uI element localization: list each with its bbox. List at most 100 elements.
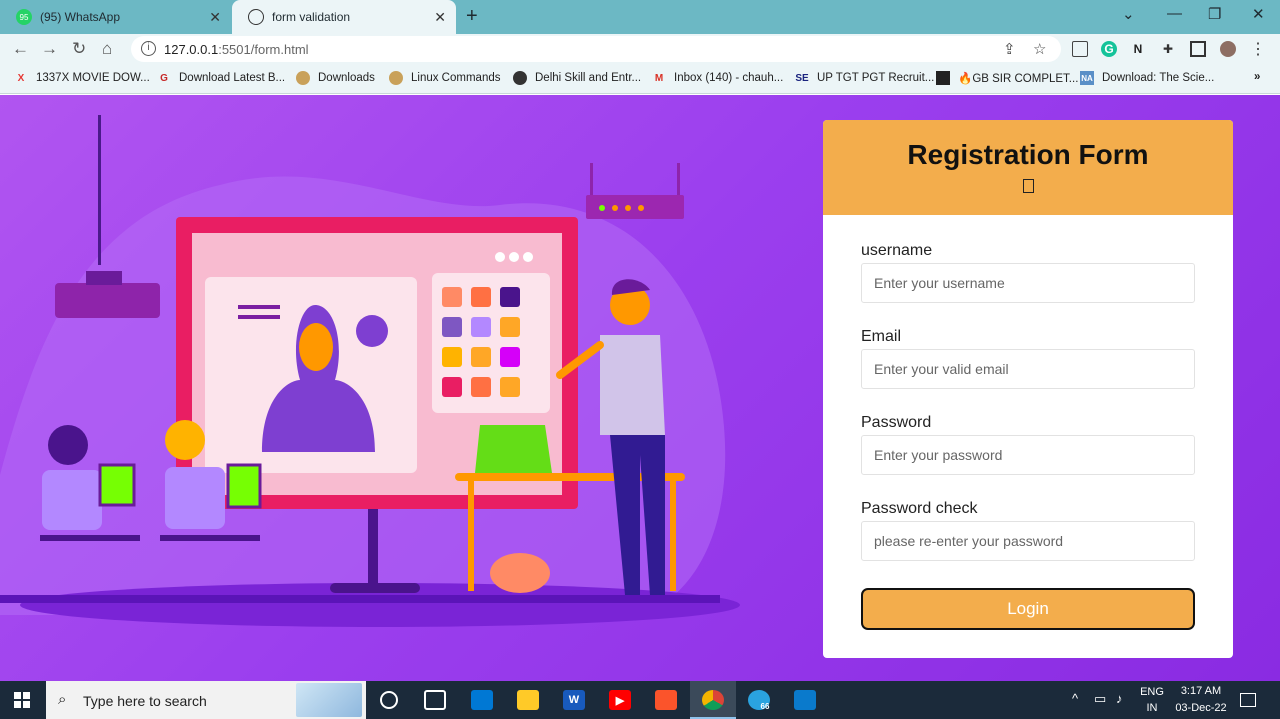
word-icon[interactable]: W (563, 690, 585, 710)
taskbar-search[interactable]: ⌕ Type here to search (46, 681, 366, 719)
registration-form: Registration Form username Email Passwor… (823, 120, 1233, 658)
bookmark-item[interactable]: X 1337X MOVIE DOW... (14, 71, 150, 85)
forward-icon[interactable]: → (41, 39, 58, 59)
tab-title: (95) WhatsApp (40, 10, 121, 24)
search-icon: ⌕ (58, 691, 67, 708)
password-input[interactable] (861, 435, 1195, 475)
tab-whatsapp[interactable]: 95 (95) WhatsApp ✕ (0, 0, 231, 34)
minimize-button[interactable]: — (1167, 5, 1182, 22)
home-icon[interactable]: ⌂ (102, 39, 112, 59)
maximize-button[interactable]: ❐ (1208, 5, 1221, 23)
reload-icon[interactable]: ↻ (72, 39, 86, 59)
bookmark-label: Linux Commands (411, 72, 501, 84)
bookmark-label: UP TGT PGT Recruit... (817, 72, 935, 84)
globe-icon (296, 71, 310, 85)
globe-icon (389, 71, 403, 85)
whatsapp-badge: 95 (19, 12, 29, 22)
bookmark-label: Inbox (140) - chauh... (674, 72, 784, 84)
notifications-icon[interactable] (1240, 693, 1256, 707)
bookmark-item[interactable]: G Download Latest B... (157, 71, 285, 85)
youtube-icon[interactable]: ▶ (609, 690, 631, 710)
cast-icon[interactable] (1072, 41, 1088, 57)
bookmark-star-icon[interactable]: ☆ (1033, 40, 1046, 58)
missing-glyph-icon (1022, 179, 1034, 193)
search-placeholder: Type here to search (83, 693, 207, 709)
telegram-badge: 66 (760, 701, 770, 711)
file-explorer-icon[interactable] (517, 690, 539, 710)
tab-strip: 95 (95) WhatsApp ✕ form validation ✕ + ⌄… (0, 0, 1280, 34)
bookmark-label: 1337X MOVIE DOW... (36, 72, 150, 84)
side-panel-icon[interactable] (1190, 41, 1206, 57)
close-window-button[interactable]: ✕ (1252, 5, 1265, 23)
profile-avatar[interactable] (1220, 41, 1236, 57)
windows-start-icon[interactable] (14, 692, 30, 708)
close-tab-icon[interactable]: ✕ (209, 9, 221, 26)
bookmark-label: Download Latest B... (179, 72, 286, 84)
search-highlight-image (296, 683, 362, 717)
x-logo-icon: X (17, 72, 25, 84)
grammarly-icon[interactable]: G (1101, 41, 1117, 57)
bookmark-item[interactable]: Linux Commands (389, 71, 500, 85)
new-tab-button[interactable]: + (466, 5, 478, 28)
bookmark-label: Downloads (318, 72, 375, 84)
bookmark-label: 🔥GB SIR COMPLET... (958, 73, 1079, 85)
browser-toolbar: ← → ↻ ⌂ i 127.0.0.1:5501/form.html ⇪ ☆ G… (0, 34, 1280, 64)
page-content: Registration Form username Email Passwor… (0, 95, 1280, 681)
close-tab-icon[interactable]: ✕ (434, 9, 446, 26)
film-icon (936, 71, 950, 85)
chrome-icon[interactable] (702, 690, 724, 710)
network-icon[interactable]: ▭ (1094, 691, 1106, 707)
classroom-illustration (0, 115, 740, 627)
bookmark-item[interactable]: Downloads (296, 71, 375, 85)
region-indicator: IN (1146, 702, 1158, 714)
password-field-group: Password (861, 414, 1195, 475)
site-info-icon[interactable]: i (141, 41, 156, 56)
clock-time[interactable]: 3:17 AM (1170, 685, 1232, 697)
url-path: :5501/form.html (218, 42, 309, 57)
menu-kebab-icon[interactable]: ⋮ (1250, 41, 1266, 58)
email-label: Email (861, 328, 902, 345)
clock-date: 03-Dec-22 (1175, 702, 1227, 714)
tray-overflow-icon[interactable]: ^ (1072, 691, 1078, 706)
vscode-icon[interactable] (794, 690, 816, 710)
bookmark-item[interactable]: 🔥GB SIR COMPLET... (936, 71, 1078, 85)
password-check-label: Password check (861, 500, 978, 517)
email-field-group: Email (861, 328, 1195, 389)
whatsapp-icon: 95 (16, 9, 32, 25)
email-input[interactable] (861, 349, 1195, 389)
url-host: 127.0.0.1 (164, 42, 219, 57)
bookmarks-bar: X 1337X MOVIE DOW... G Download Latest B..… (0, 64, 1280, 94)
url-text: 127.0.0.1:5501/form.html (164, 42, 309, 57)
control-panel-icon[interactable] (471, 690, 493, 710)
g-logo-icon: G (160, 72, 168, 84)
tab-form-validation[interactable]: form validation ✕ (232, 0, 456, 34)
tab-title: form validation (272, 10, 351, 24)
tab-search-icon[interactable]: ⌄ (1122, 5, 1135, 23)
password-check-input[interactable] (861, 521, 1195, 561)
bookmark-item[interactable]: NA Download: The Scie... (1080, 71, 1214, 85)
globe-icon (513, 71, 527, 85)
cortana-icon[interactable] (380, 691, 398, 709)
language-indicator[interactable]: ENG (1139, 686, 1165, 698)
extensions-puzzle-icon[interactable]: ✚ (1160, 41, 1176, 57)
login-button[interactable]: Login (861, 588, 1195, 630)
username-field-group: username (861, 242, 1195, 303)
extension-n-icon[interactable]: N (1130, 41, 1146, 57)
bookmark-label: Delhi Skill and Entr... (535, 72, 642, 84)
se-logo-icon: SE (795, 72, 809, 84)
na-logo-icon: NA (1080, 71, 1094, 85)
back-icon[interactable]: ← (12, 39, 29, 59)
bookmark-item[interactable]: Delhi Skill and Entr... (513, 71, 641, 85)
brave-icon[interactable] (655, 690, 677, 710)
username-input[interactable] (861, 263, 1195, 303)
form-title: Registration Form (907, 139, 1149, 170)
more-bookmarks-icon[interactable]: » (1254, 71, 1260, 83)
bookmark-item[interactable]: M Inbox (140) - chauh... (652, 71, 783, 85)
share-icon[interactable]: ⇪ (1003, 40, 1016, 58)
task-view-icon[interactable] (424, 690, 446, 710)
telegram-icon[interactable]: 66 (748, 690, 770, 711)
bookmark-item[interactable]: SE UP TGT PGT Recruit... (795, 71, 934, 85)
username-label: username (861, 242, 933, 259)
volume-icon[interactable]: ♪ (1116, 691, 1123, 706)
address-bar[interactable]: i 127.0.0.1:5501/form.html ⇪ ☆ (131, 36, 1061, 62)
